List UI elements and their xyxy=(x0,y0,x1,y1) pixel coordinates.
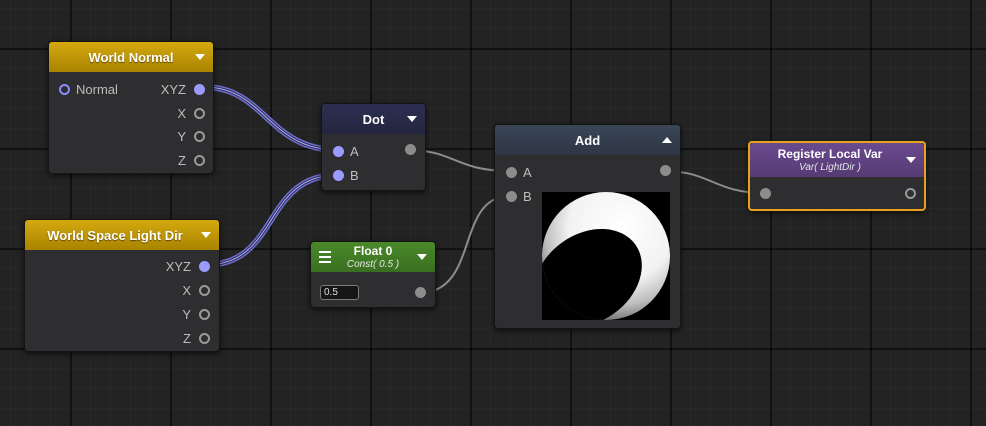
input-port-b[interactable] xyxy=(333,170,344,181)
output-label-y: Y xyxy=(177,129,186,144)
output-label-xyz: XYZ xyxy=(165,259,191,274)
dot-header[interactable]: Dot xyxy=(322,104,425,134)
add-title: Add xyxy=(574,132,601,148)
light-dir-node[interactable]: World Space Light Dir XYZ X Y Z xyxy=(24,219,220,352)
wire-normal-to-dot-a xyxy=(201,84,341,153)
light-dir-header[interactable]: World Space Light Dir xyxy=(25,220,219,250)
add-header[interactable]: Add xyxy=(495,125,680,155)
output-port[interactable] xyxy=(405,144,416,155)
output-row xyxy=(415,287,426,298)
output-port-y[interactable] xyxy=(194,131,205,142)
output-row-z: Z xyxy=(178,153,205,168)
input-row-b: B xyxy=(506,189,532,204)
output-port[interactable] xyxy=(905,188,916,199)
output-row-xyz: XYZ xyxy=(166,259,210,274)
output-port-xyz[interactable] xyxy=(194,84,205,95)
output-label-x: X xyxy=(182,283,191,298)
register-title: Register Local Var xyxy=(777,147,883,161)
output-row xyxy=(405,144,416,155)
output-row-y: Y xyxy=(177,129,205,144)
collapse-arrow-icon[interactable] xyxy=(417,254,427,260)
world-normal-node[interactable]: World Normal Normal XYZ X Y Z xyxy=(48,41,214,174)
output-port[interactable] xyxy=(660,165,671,176)
normal-input-row: Normal xyxy=(59,82,118,97)
output-label-z: Z xyxy=(183,331,191,346)
dot-node[interactable]: Dot A B xyxy=(321,103,426,191)
input-label-b: B xyxy=(350,168,359,183)
collapse-arrow-icon[interactable] xyxy=(906,157,916,163)
float-header[interactable]: Float 0 Const( 0.5 ) xyxy=(311,242,435,272)
world-normal-header[interactable]: World Normal xyxy=(49,42,213,72)
input-row-a: A xyxy=(506,165,532,180)
input-label-b: B xyxy=(523,189,532,204)
output-row-x: X xyxy=(177,106,205,121)
input-row-a: A xyxy=(333,144,359,159)
dot-title: Dot xyxy=(362,111,385,127)
output-row xyxy=(660,165,671,176)
collapse-arrow-icon[interactable] xyxy=(407,116,417,122)
register-local-var-node[interactable]: Register Local Var Var( LightDir ) xyxy=(748,141,926,211)
input-label-a: A xyxy=(350,144,359,159)
float-title: Float 0 xyxy=(353,244,393,258)
normal-input-port[interactable] xyxy=(59,84,70,95)
input-port[interactable] xyxy=(760,188,771,199)
output-row-xyz: XYZ xyxy=(161,82,205,97)
output-port-x[interactable] xyxy=(199,285,210,296)
light-dir-title: World Space Light Dir xyxy=(47,227,183,243)
normal-input-label: Normal xyxy=(76,82,118,97)
output-port-xyz[interactable] xyxy=(199,261,210,272)
output-row-z: Z xyxy=(183,331,210,346)
output-row-x: X xyxy=(182,283,210,298)
float-node[interactable]: Float 0 Const( 0.5 ) 0.5 xyxy=(310,241,436,308)
input-row xyxy=(760,188,771,199)
output-port-z[interactable] xyxy=(199,333,210,344)
register-subtitle: Var( LightDir ) xyxy=(799,162,861,173)
input-label-a: A xyxy=(523,165,532,180)
output-label-y: Y xyxy=(182,307,191,322)
float-value-field[interactable]: 0.5 xyxy=(320,285,359,300)
output-port-z[interactable] xyxy=(194,155,205,166)
sphere-preview-image xyxy=(542,192,670,320)
output-port-x[interactable] xyxy=(194,108,205,119)
output-row-y: Y xyxy=(182,307,210,322)
input-port-a[interactable] xyxy=(506,167,517,178)
add-preview xyxy=(542,192,670,320)
world-normal-title: World Normal xyxy=(88,49,174,65)
register-header[interactable]: Register Local Var Var( LightDir ) xyxy=(750,143,924,177)
output-label-x: X xyxy=(177,106,186,121)
collapse-arrow-icon[interactable] xyxy=(662,137,672,143)
float-subtitle: Const( 0.5 ) xyxy=(346,259,400,270)
output-label-xyz: XYZ xyxy=(160,82,186,97)
add-node[interactable]: Add A B xyxy=(494,124,681,329)
input-row-b: B xyxy=(333,168,359,183)
collapse-arrow-icon[interactable] xyxy=(195,54,205,60)
collapse-arrow-icon[interactable] xyxy=(201,232,211,238)
output-port-y[interactable] xyxy=(199,309,210,320)
output-port[interactable] xyxy=(415,287,426,298)
output-row xyxy=(905,188,916,199)
output-label-z: Z xyxy=(178,153,186,168)
input-port-a[interactable] xyxy=(333,146,344,157)
input-port-b[interactable] xyxy=(506,191,517,202)
menu-icon[interactable] xyxy=(319,251,331,266)
